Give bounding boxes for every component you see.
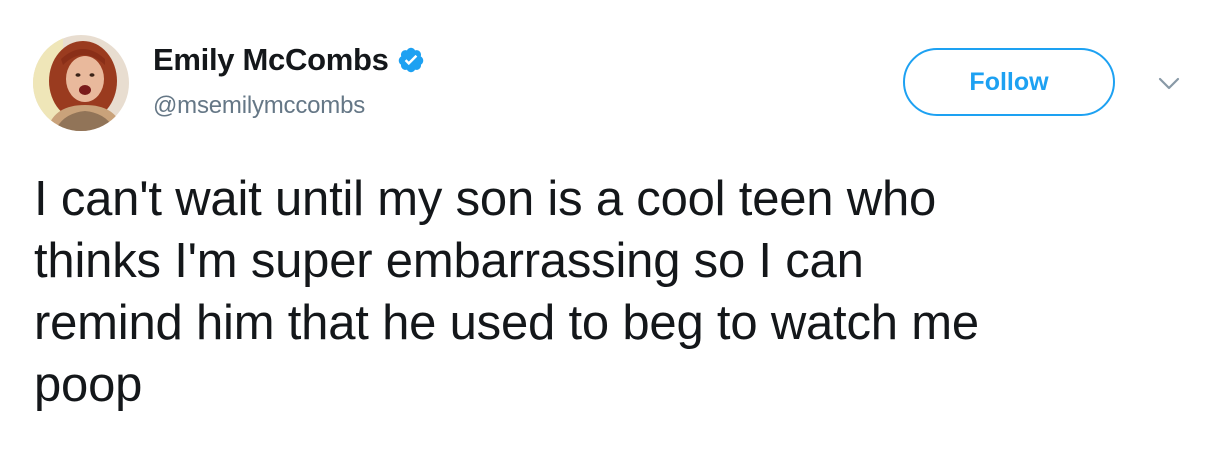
avatar[interactable] bbox=[33, 35, 129, 131]
author-display-name[interactable]: Emily McCombs bbox=[153, 42, 389, 78]
tweet-text: I can't wait until my son is a cool teen… bbox=[34, 172, 979, 412]
avatar-image bbox=[33, 35, 129, 131]
tweet-card: Emily McCombs @msemilymccombs Follow I c… bbox=[0, 0, 1220, 458]
follow-button[interactable]: Follow bbox=[903, 48, 1115, 116]
verified-badge-icon bbox=[397, 46, 425, 74]
author-handle[interactable]: @msemilymccombs bbox=[153, 92, 365, 120]
chevron-down-icon[interactable] bbox=[1157, 76, 1181, 92]
author-name-row: Emily McCombs bbox=[153, 42, 425, 78]
